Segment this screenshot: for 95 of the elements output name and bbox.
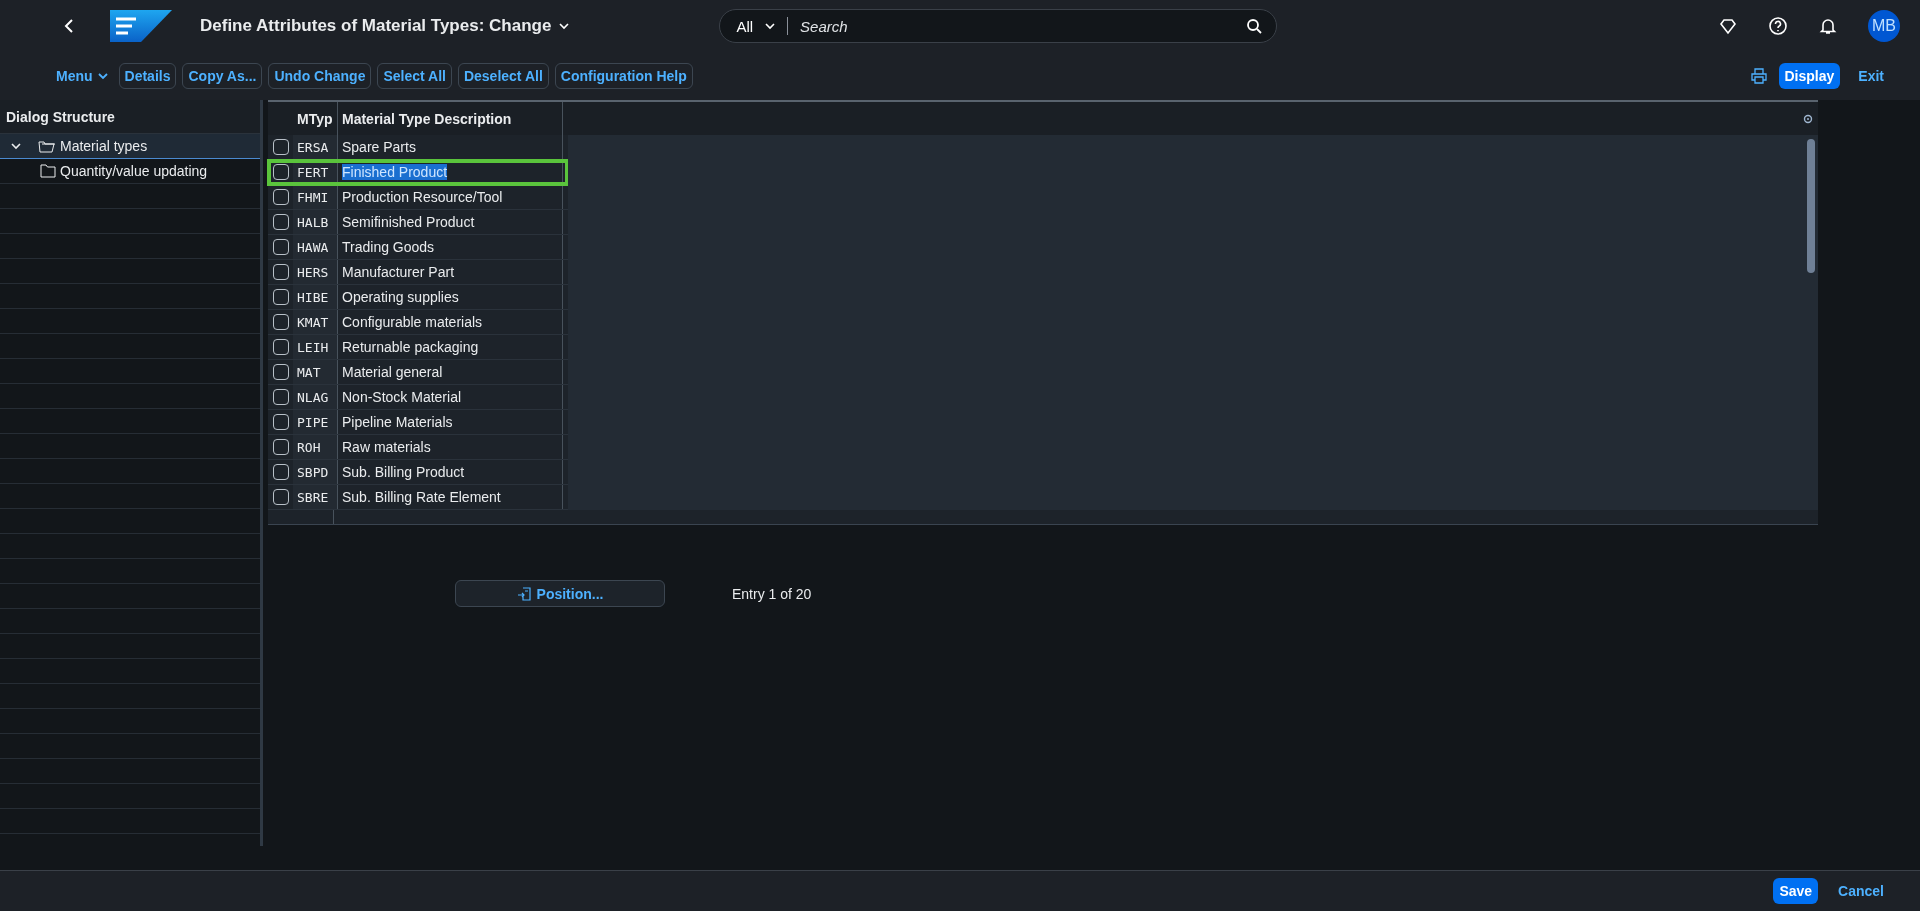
row-checkbox[interactable]: [272, 414, 289, 430]
table-cell[interactable]: Configurable materials: [342, 314, 483, 330]
table-cell[interactable]: Pipeline Materials: [342, 414, 453, 430]
table-row[interactable]: HIBE Operating supplies: [268, 285, 568, 310]
table-cell: HERS: [293, 260, 338, 284]
toolbar-button[interactable]: Copy As...: [182, 63, 263, 89]
table-row[interactable]: HALB Semifinished Product: [268, 210, 568, 235]
open-folder-icon: [38, 139, 56, 153]
folder-icon: [40, 164, 56, 178]
row-checkbox[interactable]: [272, 289, 289, 305]
toolbar-button[interactable]: Select All: [377, 63, 452, 89]
table-cell: HALB: [293, 210, 338, 234]
table-cell[interactable]: Sub. Billing Rate Element: [342, 489, 501, 505]
row-checkbox[interactable]: [272, 364, 289, 380]
table-cell[interactable]: Trading Goods: [342, 239, 435, 255]
table-row[interactable]: MAT Material general: [268, 360, 568, 385]
row-checkbox[interactable]: [272, 189, 289, 205]
row-checkbox[interactable]: [272, 164, 289, 180]
table-cell: KMAT: [293, 310, 338, 334]
logo-icon[interactable]: [110, 10, 172, 42]
table-cell: ROH: [293, 435, 338, 459]
table-cell[interactable]: Returnable packaging: [342, 339, 479, 355]
row-checkbox[interactable]: [272, 339, 289, 355]
tree-node[interactable]: Material types: [0, 138, 148, 154]
diamond-icon[interactable]: [1718, 16, 1738, 36]
user-avatar[interactable]: MB: [1868, 10, 1900, 42]
table-cell: SBPD: [293, 460, 338, 484]
table-cell[interactable]: Raw materials: [342, 439, 431, 455]
table-cell[interactable]: Manufacturer Part: [342, 264, 455, 280]
table-cell: LEIH: [293, 335, 338, 359]
toolbar-button[interactable]: Undo Change: [268, 63, 372, 89]
table-cell: HAWA: [293, 235, 338, 259]
table-row[interactable]: NLAG Non-Stock Material: [268, 385, 568, 410]
position-icon[interactable]: [516, 585, 533, 602]
scrollbar-thumb[interactable]: [1807, 139, 1815, 273]
table-cell[interactable]: Finished Product: [342, 164, 448, 180]
tree-row[interactable]: Material types: [0, 134, 260, 159]
table-row[interactable]: KMAT Configurable materials: [268, 310, 568, 335]
row-checkbox[interactable]: [272, 489, 289, 505]
table-cell[interactable]: Material general: [342, 364, 443, 380]
entry-count: Entry 1 of 20: [732, 585, 812, 602]
table-row[interactable]: ROH Raw materials: [268, 435, 568, 460]
table-row[interactable]: PIPE Pipeline Materials: [268, 410, 568, 435]
row-checkbox[interactable]: [272, 464, 289, 480]
table-row[interactable]: ERSA Spare Parts: [268, 135, 568, 160]
toolbar-button[interactable]: Deselect All: [457, 63, 549, 89]
table-cell: ERSA: [293, 135, 338, 159]
help-icon[interactable]: [1768, 16, 1788, 36]
page-title: Define Attributes of Material Types: Change: [200, 16, 552, 36]
search-scope[interactable]: All: [736, 17, 754, 35]
table-cell: NLAG: [293, 385, 338, 409]
table-cell: MAT: [293, 360, 338, 384]
toolbar-button[interactable]: Configuration Help: [554, 63, 693, 89]
toolbar-button[interactable]: Details: [118, 63, 177, 89]
row-checkbox[interactable]: [272, 139, 289, 155]
bell-icon[interactable]: [1818, 16, 1838, 36]
exit-button[interactable]: Exit: [1852, 67, 1890, 85]
table-cell[interactable]: Semifinished Product: [342, 214, 475, 230]
table-row[interactable]: SBPD Sub. Billing Product: [268, 460, 568, 485]
panel-title: Dialog Structure: [6, 108, 115, 125]
table-row[interactable]: SBRE Sub. Billing Rate Element: [268, 485, 568, 510]
row-checkbox[interactable]: [272, 214, 289, 230]
table-cell: PIPE: [293, 410, 338, 434]
table-cell[interactable]: Spare Parts: [342, 139, 416, 155]
table-cell: FHMI: [293, 185, 338, 209]
menu-button[interactable]: Menu: [52, 68, 113, 84]
table-cell: HIBE: [293, 285, 338, 309]
display-button[interactable]: Display: [1778, 63, 1841, 89]
chevron-icon[interactable]: [96, 70, 109, 82]
table-cell[interactable]: Operating supplies: [342, 289, 459, 305]
cancel-button[interactable]: Cancel: [1832, 882, 1890, 900]
position-button[interactable]: Position...: [455, 580, 665, 607]
row-checkbox[interactable]: [272, 264, 289, 280]
print-icon[interactable]: [1750, 68, 1767, 84]
table-cell: FERT: [293, 160, 338, 184]
table-row[interactable]: FERT Finished Product: [268, 160, 568, 185]
table-row[interactable]: LEIH Returnable packaging: [268, 335, 568, 360]
row-checkbox[interactable]: [272, 439, 289, 455]
table-row[interactable]: FHMI Production Resource/Tool: [268, 185, 568, 210]
table-cell[interactable]: Sub. Billing Product: [342, 464, 465, 480]
settings-icon[interactable]: [1802, 112, 1814, 125]
table-row[interactable]: HERS Manufacturer Part: [268, 260, 568, 285]
row-checkbox[interactable]: [272, 239, 289, 255]
chevron-icon[interactable]: [10, 140, 22, 152]
tree-row[interactable]: Quantity/value updating: [0, 159, 260, 184]
table-cell[interactable]: Non-Stock Material: [342, 389, 462, 405]
search-field[interactable]: All Search: [719, 9, 1278, 43]
table-cell: SBRE: [293, 485, 338, 509]
table-row[interactable]: HAWA Trading Goods: [268, 235, 568, 260]
row-checkbox[interactable]: [272, 314, 289, 330]
save-button[interactable]: Save: [1773, 878, 1819, 904]
tree-node[interactable]: Quantity/value updating: [0, 163, 208, 179]
search-icon[interactable]: [1246, 18, 1263, 34]
row-checkbox[interactable]: [272, 389, 289, 405]
table-cell[interactable]: Production Resource/Tool: [342, 189, 503, 205]
